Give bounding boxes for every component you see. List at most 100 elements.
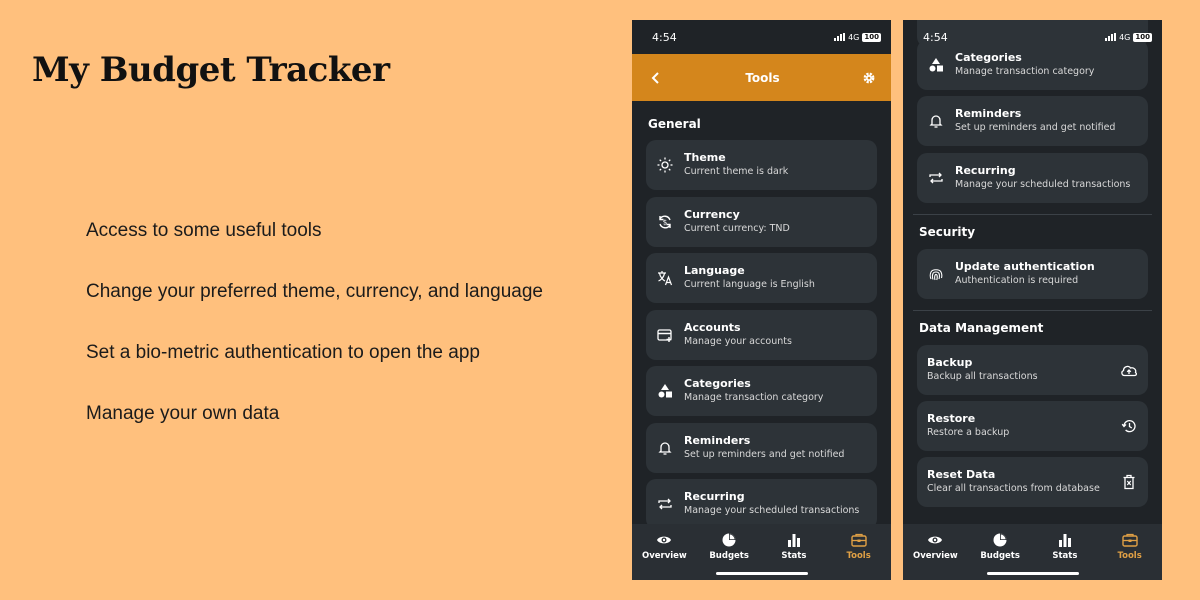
nav-label: Budgets bbox=[709, 551, 749, 561]
bar-chart-icon bbox=[786, 532, 802, 548]
divider bbox=[913, 310, 1152, 311]
card-title: Categories bbox=[684, 377, 751, 390]
shapes-icon bbox=[656, 382, 674, 400]
card-title: Update authentication bbox=[955, 260, 1095, 273]
recurring-card[interactable]: Recurring Manage your scheduled transact… bbox=[917, 153, 1148, 203]
home-indicator bbox=[987, 572, 1079, 575]
eye-icon bbox=[927, 532, 943, 548]
currency-exchange-icon: $ bbox=[656, 213, 674, 231]
nav-tools[interactable]: Tools bbox=[832, 532, 886, 580]
translate-icon bbox=[656, 269, 674, 287]
promo-title: My Budget Tracker bbox=[32, 50, 390, 90]
card-title: Reminders bbox=[684, 434, 751, 447]
recurring-card[interactable]: Recurring Manage your scheduled transact… bbox=[646, 479, 877, 529]
bell-icon bbox=[927, 112, 945, 130]
backup-card[interactable]: Backup Backup all transactions bbox=[917, 345, 1148, 395]
eye-icon bbox=[656, 532, 672, 548]
card-title: Backup bbox=[927, 356, 973, 369]
battery-icon: 100 bbox=[1133, 32, 1152, 42]
card-title: Accounts bbox=[684, 321, 741, 334]
card-add-icon bbox=[656, 326, 674, 344]
nav-label: Stats bbox=[1052, 551, 1078, 561]
toolbox-icon bbox=[1121, 532, 1138, 548]
phone-screen-left: 4:54 4G 100 Tools General Theme Current … bbox=[632, 20, 891, 580]
nav-label: Tools bbox=[846, 551, 871, 561]
nav-label: Tools bbox=[1117, 551, 1142, 561]
reset-data-card[interactable]: Reset Data Clear all transactions from d… bbox=[917, 457, 1148, 507]
phone-screen-right: Categories Manage transaction category 4… bbox=[903, 20, 1162, 580]
card-subtitle: Clear all transactions from database bbox=[927, 483, 1100, 494]
feature-item: Access to some useful tools bbox=[86, 220, 322, 241]
card-title: Theme bbox=[684, 151, 726, 164]
categories-card[interactable]: Categories Manage transaction category bbox=[646, 366, 877, 416]
history-icon bbox=[1120, 417, 1138, 435]
battery-icon: 100 bbox=[862, 32, 881, 42]
status-time: 4:54 bbox=[923, 30, 948, 44]
trash-icon bbox=[1120, 473, 1138, 491]
nav-label: Budgets bbox=[980, 551, 1020, 561]
card-subtitle: Restore a backup bbox=[927, 427, 1010, 438]
svg-text:$: $ bbox=[663, 219, 667, 227]
back-arrow-icon[interactable] bbox=[648, 70, 664, 86]
update-authentication-card[interactable]: Update authentication Authentication is … bbox=[917, 249, 1148, 299]
gear-icon[interactable] bbox=[861, 70, 877, 86]
reminders-card[interactable]: Reminders Set up reminders and get notif… bbox=[646, 423, 877, 473]
shapes-icon bbox=[927, 56, 945, 74]
repeat-icon bbox=[927, 169, 945, 187]
section-title-general: General bbox=[648, 117, 701, 131]
signal-icon bbox=[834, 33, 846, 41]
currency-card[interactable]: $ Currency Current currency: TND bbox=[646, 197, 877, 247]
section-title-security: Security bbox=[919, 225, 976, 239]
card-title: Reminders bbox=[955, 107, 1022, 120]
nav-tools[interactable]: Tools bbox=[1103, 532, 1157, 580]
bar-chart-icon bbox=[1057, 532, 1073, 548]
app-bar-title: Tools bbox=[745, 70, 780, 85]
bottom-nav: Overview Budgets Stats Tools bbox=[903, 524, 1162, 580]
divider bbox=[913, 214, 1152, 215]
cloud-upload-icon bbox=[1120, 361, 1138, 379]
toolbox-icon bbox=[850, 532, 867, 548]
card-title: Restore bbox=[927, 412, 976, 425]
fingerprint-icon bbox=[927, 265, 945, 283]
bell-icon bbox=[656, 439, 674, 457]
nav-label: Stats bbox=[781, 551, 807, 561]
card-subtitle: Manage transaction category bbox=[955, 66, 1095, 77]
feature-item: Set a bio-metric authentication to open … bbox=[86, 342, 480, 363]
nav-overview[interactable]: Overview bbox=[637, 532, 691, 580]
card-subtitle: Backup all transactions bbox=[927, 371, 1038, 382]
network-label: 4G bbox=[848, 32, 860, 42]
sun-icon bbox=[656, 156, 674, 174]
feature-item: Change your preferred theme, currency, a… bbox=[86, 281, 543, 302]
feature-item: Manage your own data bbox=[86, 403, 280, 424]
card-subtitle: Current currency: TND bbox=[684, 223, 790, 234]
accounts-card[interactable]: Accounts Manage your accounts bbox=[646, 310, 877, 360]
card-title: Language bbox=[684, 264, 745, 277]
repeat-icon bbox=[656, 495, 674, 513]
card-title: Currency bbox=[684, 208, 740, 221]
signal-icon bbox=[1105, 33, 1117, 41]
card-subtitle: Manage your accounts bbox=[684, 336, 792, 347]
nav-overview[interactable]: Overview bbox=[908, 532, 962, 580]
restore-card[interactable]: Restore Restore a backup bbox=[917, 401, 1148, 451]
pie-chart-icon bbox=[721, 532, 737, 548]
card-subtitle: Authentication is required bbox=[955, 275, 1079, 286]
card-subtitle: Manage transaction category bbox=[684, 392, 824, 403]
status-bar: 4:54 4G 100 bbox=[903, 20, 1162, 54]
reminders-card[interactable]: Reminders Set up reminders and get notif… bbox=[917, 96, 1148, 146]
card-title: Recurring bbox=[955, 164, 1016, 177]
status-bar: 4:54 4G 100 bbox=[632, 20, 891, 54]
nav-label: Overview bbox=[912, 551, 958, 561]
theme-card[interactable]: Theme Current theme is dark bbox=[646, 140, 877, 190]
app-bar: Tools bbox=[632, 54, 891, 101]
home-indicator bbox=[716, 572, 808, 575]
pie-chart-icon bbox=[992, 532, 1008, 548]
nav-label: Overview bbox=[641, 551, 687, 561]
card-subtitle: Manage your scheduled transactions bbox=[684, 505, 860, 516]
language-card[interactable]: Language Current language is English bbox=[646, 253, 877, 303]
card-subtitle: Manage your scheduled transactions bbox=[955, 179, 1131, 190]
card-subtitle: Current language is English bbox=[684, 279, 815, 290]
card-subtitle: Current theme is dark bbox=[684, 166, 789, 177]
card-title: Reset Data bbox=[927, 468, 996, 481]
bottom-nav: Overview Budgets Stats Tools bbox=[632, 524, 891, 580]
section-title-data-management: Data Management bbox=[919, 321, 1044, 335]
